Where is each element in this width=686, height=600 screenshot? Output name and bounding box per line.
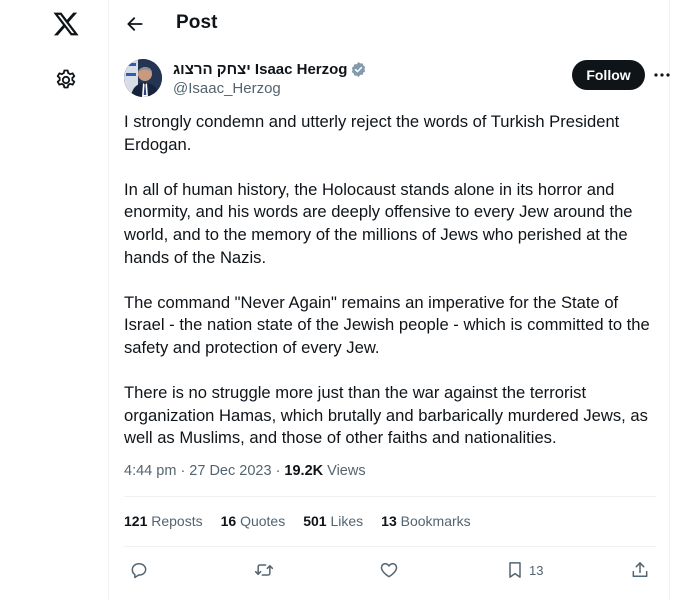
post-column: Post יצחק הרצוג Isaac Herzog @Isaac_Herz… (108, 0, 670, 600)
bookmark-icon (509, 562, 521, 578)
meta-separator: · (180, 463, 190, 479)
avatar[interactable] (124, 59, 162, 97)
bookmarks-stat[interactable]: 13 Bookmarks (381, 513, 471, 529)
likes-count: 501 (303, 513, 327, 529)
share-icon (632, 562, 648, 577)
author-row: יצחק הרצוג Isaac Herzog @Isaac_Herzog Fo… (124, 58, 670, 100)
bookmarks-count: 13 (381, 513, 397, 529)
post-paragraph: I strongly condemn and utterly reject th… (124, 112, 620, 154)
bookmarks-label: Bookmarks (400, 513, 471, 529)
quotes-stat[interactable]: 16 Quotes (221, 513, 286, 529)
divider (124, 546, 656, 547)
app: Post יצחק הרצוג Isaac Herzog @Isaac_Herz… (0, 0, 686, 600)
likes-stat[interactable]: 501 Likes (303, 513, 363, 529)
post-paragraph: In all of human history, the Holocaust s… (124, 179, 633, 267)
views-count: 19.2K (284, 463, 324, 479)
post-paragraph: There is no struggle more just than the … (124, 383, 648, 448)
engagement-stats: 121 Reposts 16 Quotes 501 Likes 13 Bookm… (124, 513, 489, 529)
name-row: יצחק הרצוג Isaac Herzog (173, 61, 367, 78)
views-label: Views (327, 463, 366, 479)
reply-button[interactable] (129, 559, 149, 581)
left-nav (0, 0, 108, 600)
reply-icon (131, 563, 147, 579)
divider (124, 496, 656, 497)
like-button[interactable] (379, 559, 399, 581)
quotes-count: 16 (220, 513, 237, 529)
follow-button[interactable]: Follow (572, 60, 645, 90)
post-meta: 4:44 pm · 27 Dec 2023 · 19.2K Views (124, 463, 366, 479)
bookmark-button[interactable]: 13 (505, 559, 543, 581)
repost-icon (254, 564, 274, 576)
post-text: I strongly condemn and utterly reject th… (124, 111, 660, 473)
x-logo-icon[interactable] (52, 10, 80, 38)
heart-icon (380, 563, 398, 578)
reposts-label: Reposts (151, 513, 203, 529)
share-button[interactable] (630, 559, 650, 581)
post-time[interactable]: 4:44 pm (124, 463, 176, 479)
reposts-count: 121 (124, 513, 148, 529)
repost-button[interactable] (254, 559, 274, 581)
author-handle[interactable]: @Isaac_Herzog (173, 80, 281, 97)
page-title: Post (176, 12, 218, 33)
reposts-stat[interactable]: 121 Reposts (124, 513, 203, 529)
likes-label: Likes (330, 513, 364, 529)
post-date[interactable]: 27 Dec 2023 (189, 463, 271, 479)
bookmark-count: 13 (529, 562, 544, 578)
action-bar: 13 (109, 556, 669, 584)
display-name[interactable]: יצחק הרצוג Isaac Herzog (173, 61, 347, 78)
gear-icon[interactable] (54, 68, 78, 92)
more-horizontal-icon[interactable] (653, 72, 671, 78)
post-header: Post (109, 0, 669, 50)
verified-badge-icon[interactable] (350, 61, 367, 78)
arrow-left-icon[interactable] (125, 14, 145, 34)
quotes-label: Quotes (240, 513, 286, 529)
post-paragraph: The command "Never Again" remains an imp… (124, 292, 650, 357)
